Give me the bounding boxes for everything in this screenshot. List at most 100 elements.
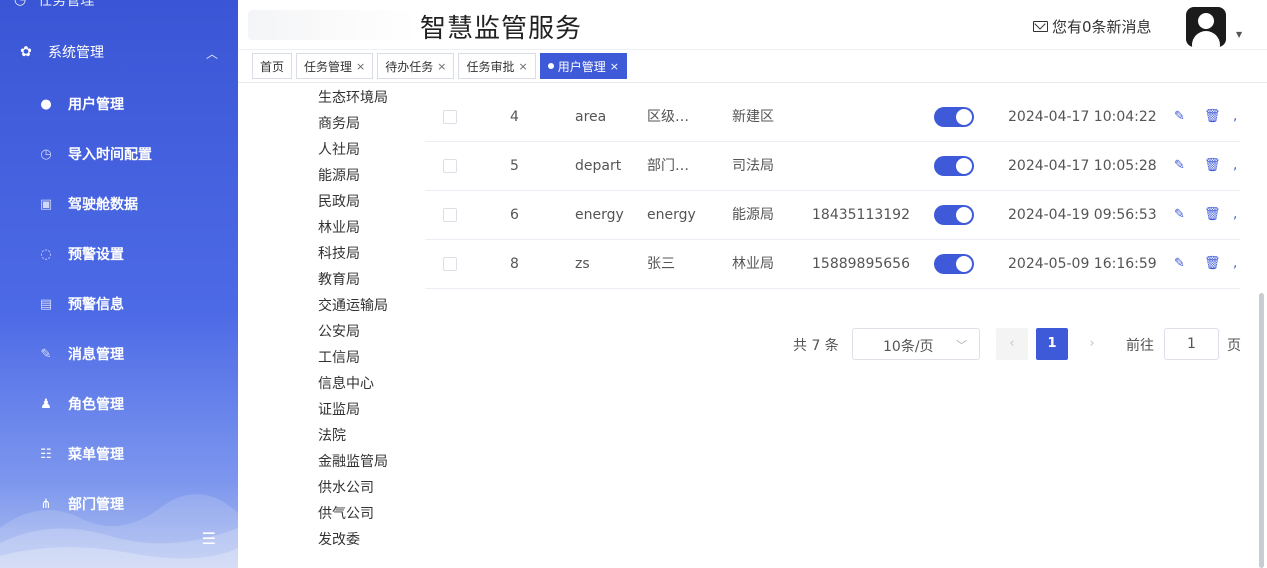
sidebar-item-label: 消息管理 <box>68 347 124 363</box>
delete-icon[interactable]: 🗑 <box>1204 240 1221 288</box>
sidebar-item-task-management[interactable]: ◔ 任务管理 <box>14 0 94 10</box>
tab-bar: 首页 任务管理 × 待办任务 × 任务审批 × 用户管理 × <box>238 50 1267 83</box>
next-page-button[interactable]: › <box>1076 328 1108 360</box>
pagination-total: 共 7 条 <box>793 338 839 354</box>
cell-dept: 新建区 <box>732 109 774 125</box>
mail-icon <box>1033 21 1048 32</box>
department-item[interactable]: 人社局 <box>318 137 388 163</box>
edit-icon[interactable]: ✎ <box>1174 93 1185 141</box>
department-item[interactable]: 信息中心 <box>318 371 388 397</box>
cell-dept: 林业局 <box>732 256 774 272</box>
sidebar-item-1[interactable]: ◷ 导入时间配置 <box>0 135 238 173</box>
prev-page-button[interactable]: ‹ <box>996 328 1028 360</box>
role-icon: ♟ <box>40 396 52 412</box>
department-item[interactable]: 林业局 <box>318 215 388 241</box>
row-checkbox[interactable] <box>443 110 457 124</box>
status-toggle[interactable] <box>934 254 974 274</box>
header: 智慧监管服务 您有0条新消息 ▼ <box>238 0 1267 50</box>
caret-down-icon[interactable]: ▼ <box>1236 30 1242 39</box>
more-icon[interactable]: ‚ <box>1233 93 1237 141</box>
table-row: 4 area 区级… 新建区 2024-04-17 10:04:22 ✎ 🗑 ‚ <box>425 93 1240 142</box>
document-icon: ▤ <box>39 296 53 312</box>
page-number-current[interactable]: 1 <box>1036 328 1068 360</box>
sidebar-item-6[interactable]: ♟ 角色管理 <box>0 385 238 423</box>
delete-icon[interactable]: 🗑 <box>1204 191 1221 239</box>
tab-label: 待办任务 <box>385 59 434 74</box>
department-item[interactable]: 民政局 <box>318 189 388 215</box>
department-item[interactable]: 法院 <box>318 423 388 449</box>
department-item[interactable]: 证监局 <box>318 397 388 423</box>
cell-username: depart <box>575 158 622 174</box>
goto-page-input[interactable]: 1 <box>1164 328 1219 360</box>
department-item[interactable]: 金融监管局 <box>318 449 388 475</box>
sidebar-item-label: 预警信息 <box>68 297 124 313</box>
sidebar-item-3[interactable]: ◌ 预警设置 <box>0 235 238 273</box>
cell-dept: 能源局 <box>732 207 774 223</box>
sidebar-group-label: 系统管理 <box>48 45 104 61</box>
messages-text: 您有0条新消息 <box>1052 18 1152 36</box>
department-item[interactable]: 教育局 <box>318 267 388 293</box>
header-logo-area <box>248 10 418 40</box>
department-item[interactable]: 发改委 <box>318 527 388 553</box>
row-checkbox[interactable] <box>443 257 457 271</box>
scrollbar[interactable] <box>1259 293 1264 568</box>
department-item[interactable]: 供水公司 <box>318 475 388 501</box>
messages-link[interactable]: 您有0条新消息 <box>1033 16 1152 37</box>
tab-4[interactable]: 用户管理 × <box>539 53 627 79</box>
table-row: 6 energy energy 能源局 18435113192 2024-04-19 09… <box>425 191 1240 240</box>
status-toggle[interactable] <box>934 156 974 176</box>
tab-label: 任务审批 <box>466 59 515 74</box>
status-toggle[interactable] <box>934 107 974 127</box>
collapse-menu-icon[interactable]: ☰ <box>202 529 216 548</box>
close-icon[interactable]: × <box>610 60 619 73</box>
tab-2[interactable]: 待办任务 × <box>377 53 455 79</box>
close-icon[interactable]: × <box>519 60 528 73</box>
row-checkbox[interactable] <box>443 208 457 222</box>
department-item[interactable]: 供气公司 <box>318 501 388 527</box>
clock-icon: ◷ <box>40 146 52 162</box>
chevron-down-icon: ﹀ <box>956 339 967 352</box>
more-icon[interactable]: ‚ <box>1233 142 1237 190</box>
cell-nickname: 张三 <box>647 256 675 272</box>
tab-0[interactable]: 首页 <box>252 53 293 79</box>
department-item[interactable]: 生态环境局 <box>318 85 388 111</box>
department-item[interactable]: 商务局 <box>318 111 388 137</box>
close-icon[interactable]: × <box>356 60 365 73</box>
cell-nickname: 区级… <box>647 109 689 125</box>
table-row: 8 zs 张三 林业局 15889895656 2024-05-09 16:16:59 ✎ 🗑… <box>425 240 1240 289</box>
sidebar-item-label: 用户管理 <box>68 97 124 113</box>
sidebar-item-4[interactable]: ▤ 预警信息 <box>0 285 238 323</box>
sidebar-item-2[interactable]: ▣ 驾驶舱数据 <box>0 185 238 223</box>
cell-created: 2024-05-09 16:16:59 <box>1008 256 1157 272</box>
edit-icon[interactable]: ✎ <box>1174 142 1185 190</box>
tab-3[interactable]: 任务审批 × <box>458 53 536 79</box>
edit-icon[interactable]: ✎ <box>1174 191 1185 239</box>
page-size-select[interactable]: 10条/页 ﹀ <box>852 328 980 360</box>
sidebar-group-system[interactable]: ✿ 系统管理 ︿ <box>0 34 238 70</box>
chevron-up-icon: ︿ <box>205 47 218 61</box>
cell-username: energy <box>575 207 624 223</box>
department-list: 生态环境局 商务局 人社局 能源局 民政局 林业局 科技局 教育局 交通运输局 公安局 工信局 信息中… <box>318 85 388 553</box>
delete-icon[interactable]: 🗑 <box>1204 93 1221 141</box>
sidebar-item-0[interactable]: ● 用户管理 <box>0 85 238 123</box>
sidebar-item-label: 导入时间配置 <box>68 147 152 163</box>
department-item[interactable]: 交通运输局 <box>318 293 388 319</box>
more-icon[interactable]: ‚ <box>1233 191 1237 239</box>
cell-created: 2024-04-17 10:04:22 <box>1008 109 1157 125</box>
department-item[interactable]: 能源局 <box>318 163 388 189</box>
cell-id: 5 <box>510 158 519 174</box>
status-toggle[interactable] <box>934 205 974 225</box>
sidebar-item-5[interactable]: ✎ 消息管理 <box>0 335 238 373</box>
mountain-decoration <box>0 494 238 568</box>
avatar[interactable] <box>1186 7 1226 47</box>
tab-1[interactable]: 任务管理 × <box>296 53 374 79</box>
edit-icon[interactable]: ✎ <box>1174 240 1185 288</box>
row-checkbox[interactable] <box>443 159 457 173</box>
more-icon[interactable]: ‚ <box>1233 240 1237 288</box>
delete-icon[interactable]: 🗑 <box>1204 142 1221 190</box>
sidebar: ◔ 任务管理 ✿ 系统管理 ︿ ● 用户管理 ◷ 导入时间配置 ▣ 驾驶舱数据 ◌ 预警设置 ▤… <box>0 0 238 568</box>
department-item[interactable]: 科技局 <box>318 241 388 267</box>
close-icon[interactable]: × <box>437 60 446 73</box>
cell-username: area <box>575 109 607 125</box>
dashboard-icon: ▣ <box>39 196 53 212</box>
